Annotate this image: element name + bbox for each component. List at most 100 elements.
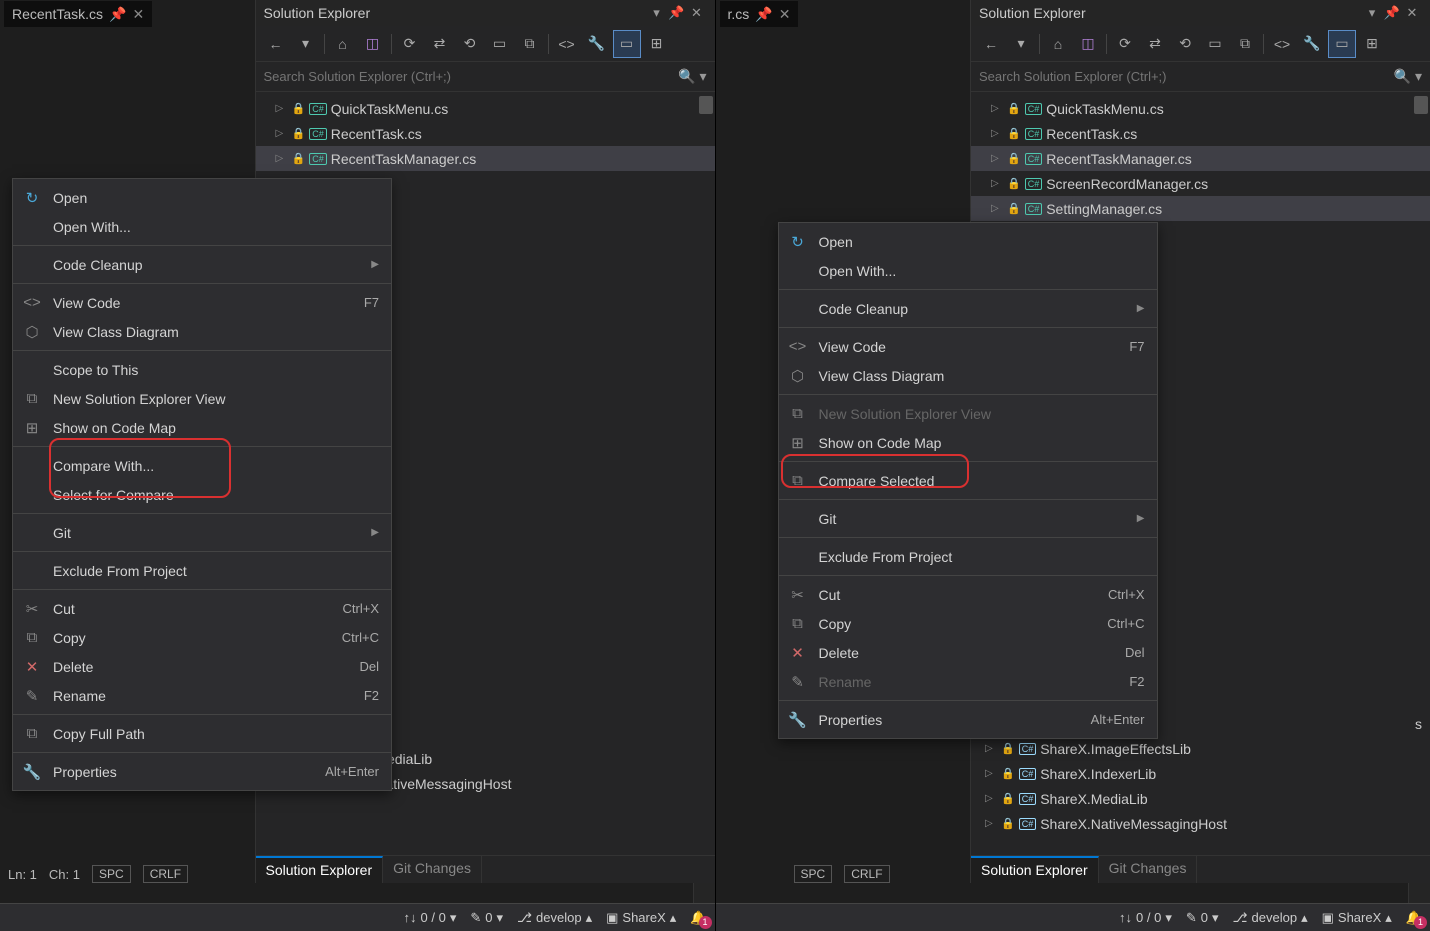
tree-item[interactable]: ▷ 🔒 C# RecentTask.cs (971, 121, 1430, 146)
fwd-icon[interactable]: ▾ (292, 30, 320, 58)
graph-icon[interactable]: ⊞ (1358, 30, 1386, 58)
switch-views-icon[interactable]: ◫ (359, 30, 387, 58)
ctx-cut[interactable]: ✂CutCtrl+X (779, 580, 1157, 609)
refresh-icon[interactable]: ⟳ (1111, 30, 1139, 58)
ctx-view-code[interactable]: <>View CodeF7 (13, 288, 391, 317)
ctx-codemap[interactable]: ⊞Show on Code Map (13, 413, 391, 442)
ctx-view-code[interactable]: <>View CodeF7 (779, 332, 1157, 361)
showall-icon[interactable]: ⧉ (516, 30, 544, 58)
ctx-properties[interactable]: 🔧PropertiesAlt+Enter (13, 757, 391, 786)
editor-tab[interactable]: r.cs 📌 ✕ (720, 1, 799, 27)
chevron-right-icon[interactable]: ▷ (985, 818, 997, 829)
chevron-right-icon[interactable]: ▷ (276, 153, 288, 164)
chevron-right-icon[interactable]: ▷ (276, 128, 288, 139)
code-icon[interactable]: <> (553, 30, 581, 58)
ctx-cut[interactable]: ✂CutCtrl+X (13, 594, 391, 623)
home-icon[interactable]: ⌂ (1044, 30, 1072, 58)
sb-pencil[interactable]: ✎0▾ (470, 910, 503, 926)
dropdown-icon[interactable]: ▾ (1362, 3, 1382, 23)
ctx-exclude[interactable]: Exclude From Project (779, 542, 1157, 571)
ctx-open[interactable]: ↻Open (13, 183, 391, 212)
sb-project[interactable]: ▣ShareX▴ (606, 910, 676, 926)
ctx-copy[interactable]: ⧉CopyCtrl+C (13, 623, 391, 652)
back-icon[interactable]: ← (977, 30, 1005, 58)
se-search[interactable]: 🔍 ▾ (971, 62, 1430, 92)
chevron-right-icon[interactable]: ▷ (985, 768, 997, 779)
ctx-compare-selected[interactable]: ⧉Compare Selected (779, 466, 1157, 495)
ctx-properties[interactable]: 🔧PropertiesAlt+Enter (779, 705, 1157, 734)
preview-icon[interactable]: ▭ (1328, 30, 1356, 58)
search-icon[interactable]: 🔍 ▾ (678, 68, 706, 85)
tree-item[interactable]: ▷ 🔒 C# QuickTaskMenu.cs (971, 96, 1430, 121)
tree-item[interactable]: ▷ 🔒 C# ShareX.IndexerLib (971, 761, 1430, 786)
tree-item[interactable]: ▷ 🔒 C# RecentTask.cs (256, 121, 715, 146)
ctx-view-class-diagram[interactable]: ⬡View Class Diagram (779, 361, 1157, 390)
sb-bell[interactable]: 🔔1 (690, 910, 706, 926)
showall-icon[interactable]: ⧉ (1231, 30, 1259, 58)
pin-icon[interactable]: 📌 (667, 3, 687, 23)
spc-indicator[interactable]: SPC (92, 865, 131, 883)
refresh-icon[interactable]: ⟳ (396, 30, 424, 58)
tab-git-changes[interactable]: Git Changes (383, 856, 482, 883)
ctx-open-with[interactable]: Open With... (13, 212, 391, 241)
tree-item[interactable]: ▷ 🔒 C# RecentTaskManager.cs (971, 146, 1430, 171)
spc-indicator[interactable]: SPC (794, 865, 833, 883)
tree-item[interactable]: ▷ 🔒 C# ShareX.ImageEffectsLib (971, 736, 1430, 761)
ctx-new-se-view[interactable]: ⧉New Solution Explorer View (13, 384, 391, 413)
wrench-icon[interactable]: 🔧 (583, 30, 611, 58)
search-input[interactable] (979, 69, 1394, 84)
sb-pencil[interactable]: ✎0▾ (1186, 910, 1219, 926)
back-icon[interactable]: ← (262, 30, 290, 58)
sb-branch[interactable]: ⎇develop▴ (1233, 910, 1308, 926)
ctx-git[interactable]: Git▶ (779, 504, 1157, 533)
sb-updown[interactable]: ↑↓0 / 0▾ (1119, 910, 1172, 926)
dropdown-icon[interactable]: ▾ (647, 3, 667, 23)
ctx-scope[interactable]: Scope to This (13, 355, 391, 384)
switch-views-icon[interactable]: ◫ (1074, 30, 1102, 58)
ctx-select-for-compare[interactable]: Select for Compare (13, 480, 391, 509)
close-icon[interactable]: ✕ (132, 6, 144, 23)
chevron-right-icon[interactable]: ▷ (991, 128, 1003, 139)
pin-icon[interactable]: 📌 (109, 6, 126, 23)
tree-item[interactable]: ▷ 🔒 C# ShareX.MediaLib (971, 786, 1430, 811)
tab-solution-explorer[interactable]: Solution Explorer (256, 856, 384, 883)
ctx-delete[interactable]: ✕DeleteDel (779, 638, 1157, 667)
ctx-code-cleanup[interactable]: Code Cleanup▶ (779, 294, 1157, 323)
ctx-code-cleanup[interactable]: Code Cleanup▶ (13, 250, 391, 279)
close-icon[interactable]: ✕ (779, 6, 791, 23)
tree-item[interactable]: ▷ 🔒 C# ShareX.NativeMessagingHost (971, 811, 1430, 836)
crlf-indicator[interactable]: CRLF (844, 865, 889, 883)
tree-item[interactable]: ▷ 🔒 C# SettingManager.cs (971, 196, 1430, 221)
ctx-compare-with[interactable]: Compare With... (13, 451, 391, 480)
ctx-codemap[interactable]: ⊞Show on Code Map (779, 428, 1157, 457)
se-search[interactable]: 🔍 ▾ (256, 62, 715, 92)
chevron-right-icon[interactable]: ▷ (991, 103, 1003, 114)
fwd-icon[interactable]: ▾ (1007, 30, 1035, 58)
sb-updown[interactable]: ↑↓0 / 0▾ (404, 910, 457, 926)
tab-git-changes[interactable]: Git Changes (1099, 856, 1198, 883)
editor-tab[interactable]: RecentTask.cs 📌 ✕ (4, 1, 152, 27)
scrollbar[interactable] (1414, 96, 1428, 114)
tree-item[interactable]: ▷ 🔒 C# QuickTaskMenu.cs (256, 96, 715, 121)
graph-icon[interactable]: ⊞ (643, 30, 671, 58)
ctx-git[interactable]: Git▶ (13, 518, 391, 547)
chevron-right-icon[interactable]: ▷ (985, 743, 997, 754)
tree-item[interactable]: ▷ 🔒 C# RecentTaskManager.cs (256, 146, 715, 171)
ctx-copy[interactable]: ⧉CopyCtrl+C (779, 609, 1157, 638)
ctx-delete[interactable]: ✕DeleteDel (13, 652, 391, 681)
tree-item[interactable]: ▷ 🔒 C# ScreenRecordManager.cs (971, 171, 1430, 196)
chevron-right-icon[interactable]: ▷ (991, 178, 1003, 189)
tab-solution-explorer[interactable]: Solution Explorer (971, 856, 1099, 883)
ctx-copy-path[interactable]: ⧉Copy Full Path (13, 719, 391, 748)
sb-project[interactable]: ▣ShareX▴ (1322, 910, 1392, 926)
ctx-exclude[interactable]: Exclude From Project (13, 556, 391, 585)
filter-icon[interactable]: ⇄ (426, 30, 454, 58)
scrollbar[interactable] (699, 96, 713, 114)
sb-bell[interactable]: 🔔1 (1406, 910, 1422, 926)
close-icon[interactable]: ✕ (687, 3, 707, 23)
preview-icon[interactable]: ▭ (613, 30, 641, 58)
search-icon[interactable]: 🔍 ▾ (1394, 68, 1422, 85)
sync-icon[interactable]: ⟲ (456, 30, 484, 58)
sb-branch[interactable]: ⎇develop▴ (517, 910, 592, 926)
ctx-open-with[interactable]: Open With... (779, 256, 1157, 285)
